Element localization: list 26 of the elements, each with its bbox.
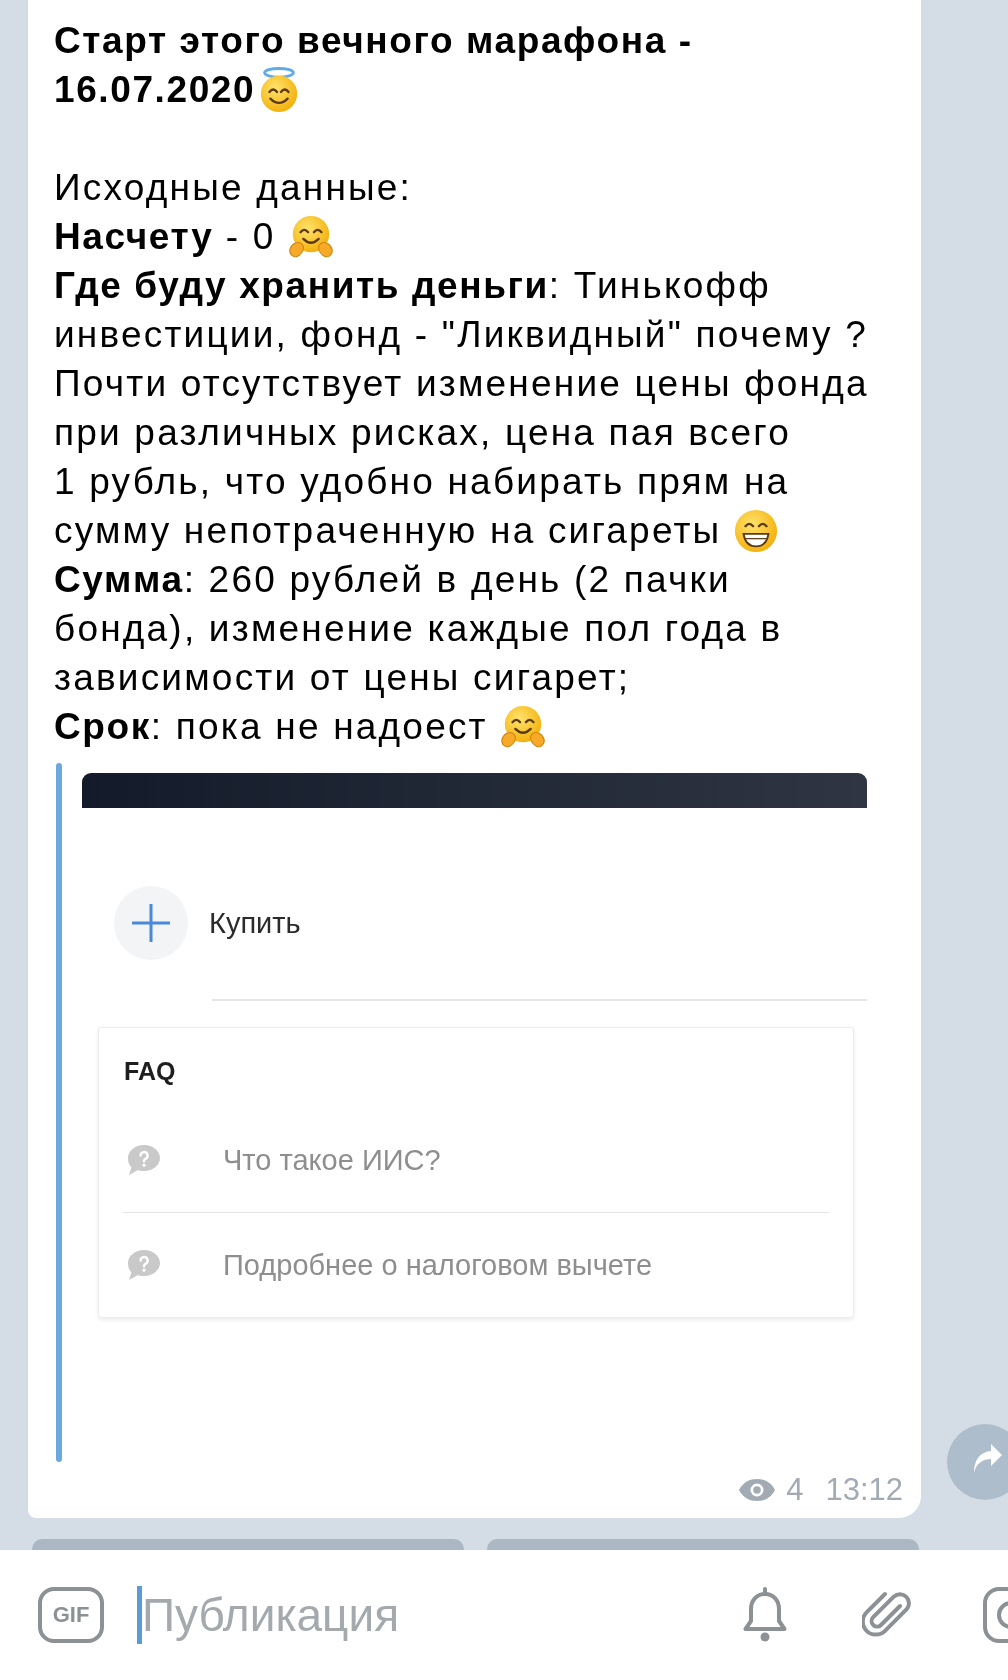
plus-icon bbox=[114, 886, 188, 960]
message-time: 13:12 bbox=[825, 1472, 903, 1508]
message-input[interactable]: Публикация bbox=[142, 1586, 702, 1644]
message-text: Старт этого вечного марафона - bbox=[54, 19, 694, 63]
faq-title: FAQ bbox=[124, 1057, 176, 1085]
message-text: Исходные данные: bbox=[54, 166, 414, 210]
hugging-face-icon bbox=[499, 703, 546, 750]
camera-icon[interactable] bbox=[983, 1587, 1008, 1643]
hugging-face-icon bbox=[287, 213, 334, 260]
text-cursor-icon bbox=[137, 1586, 142, 1644]
bell-icon[interactable] bbox=[742, 1587, 788, 1643]
message-text: Сумма: 260 рублей в день (2 пачки бонда), изменение каждые пол года в зависимости от цены сигарет; bbox=[54, 558, 784, 700]
question-bubble-icon bbox=[126, 1249, 162, 1281]
question-bubble-icon bbox=[126, 1144, 162, 1176]
gif-button[interactable]: GIF bbox=[38, 1587, 104, 1643]
faq-question: Подробнее о налоговом вычете bbox=[223, 1248, 653, 1282]
buy-label: Купить bbox=[209, 906, 301, 940]
grinning-face-icon bbox=[733, 507, 780, 554]
eye-icon bbox=[738, 1478, 777, 1502]
message-text: Насчету - 0 bbox=[54, 215, 276, 259]
message-text: сумму непотраченную на сигареты bbox=[54, 509, 722, 553]
share-button[interactable] bbox=[947, 1424, 1008, 1500]
faq-question: Что такое ИИС? bbox=[223, 1143, 441, 1177]
message-text: 16.07.2020 bbox=[54, 68, 256, 112]
views-count: 4 bbox=[786, 1472, 804, 1508]
message-text: Срок: пока не надоест bbox=[54, 705, 488, 749]
